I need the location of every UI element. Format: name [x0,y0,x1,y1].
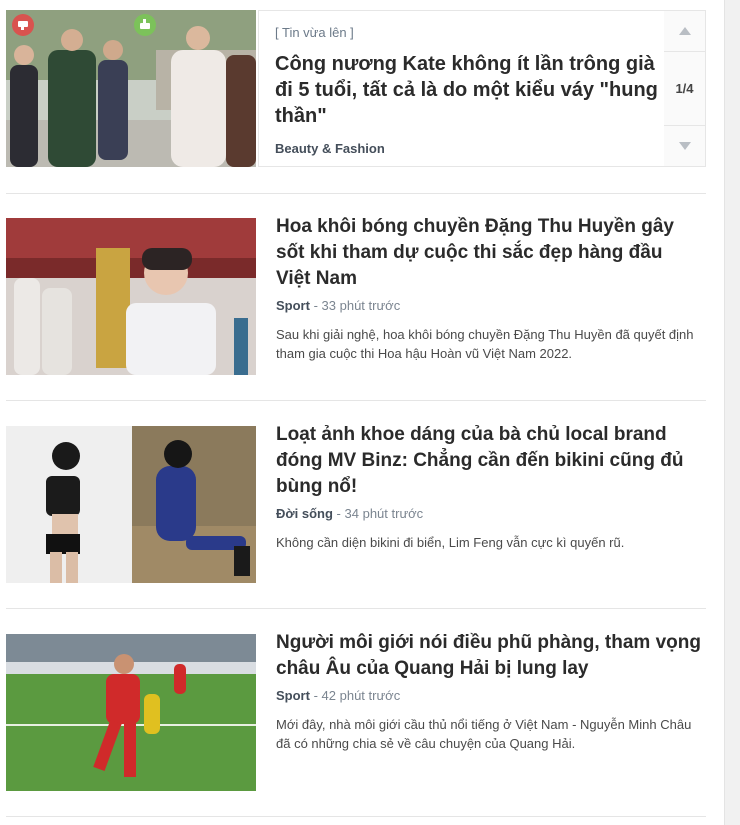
article-summary: Sau khi giải nghệ, hoa khôi bóng chuyền … [276,327,694,361]
article-content: Loạt ảnh khoe dáng của bà chủ local bran… [276,422,702,552]
article-time: 34 phút trước [344,506,424,521]
new-tag: [ Tin vừa lên ] [275,25,354,40]
article-title[interactable]: Loạt ảnh khoe dáng của bà chủ local bran… [276,422,702,500]
article-thumbnail[interactable] [6,634,256,791]
featured-story[interactable]: [ Tin vừa lên ] Công nương Kate không ít… [6,10,706,167]
article-content: Hoa khôi bóng chuyền Đặng Thu Huyền gây … [276,214,702,363]
meta-separator: - [313,298,318,313]
article-summary: Không cần diện bikini đi biển, Lim Feng … [276,535,625,550]
article-thumbnail[interactable] [6,218,256,375]
featured-content: [ Tin vừa lên ] Công nương Kate không ít… [258,10,666,167]
divider [6,816,706,817]
chevron-up-icon [678,27,691,35]
article-title[interactable]: Hoa khôi bóng chuyền Đặng Thu Huyền gây … [276,214,702,292]
featured-thumbnail[interactable] [6,10,256,167]
meta-separator: - [336,506,341,521]
article-thumbnail[interactable] [6,426,256,583]
pager-count: 1/4 [675,81,694,96]
featured-title[interactable]: Công nương Kate không ít lần trông già đ… [275,51,660,129]
article-content: Người môi giới nói điều phũ phàng, tham … [276,630,702,753]
article-title[interactable]: Người môi giới nói điều phũ phàng, tham … [276,630,702,682]
thumbs-up-icon[interactable] [134,14,156,36]
article-time: 42 phút trước [321,688,401,703]
article-summary: Mới đây, nhà môi giới cầu thủ nổi tiếng … [276,717,692,751]
article-category[interactable]: Đời sống [276,506,333,521]
article-time: 33 phút trước [321,298,401,313]
article-item[interactable]: Người môi giới nói điều phũ phàng, tham … [6,632,706,791]
article-meta: Sport - 42 phút trước [276,688,702,703]
article-meta: Đời sống - 34 phút trước [276,506,702,521]
featured-category[interactable]: Beauty & Fashion [275,141,385,156]
article-item[interactable]: Loạt ảnh khoe dáng của bà chủ local bran… [6,424,706,583]
article-category[interactable]: Sport [276,688,310,703]
divider [6,608,706,609]
pager-down-button[interactable] [664,125,705,166]
featured-pager: 1/4 [664,10,706,167]
divider [6,193,706,194]
article-meta: Sport - 33 phút trước [276,298,702,313]
divider [6,400,706,401]
pager-up-button[interactable] [664,11,705,52]
meta-separator: - [313,688,318,703]
thumbs-down-icon[interactable] [12,14,34,36]
page-scrollbar[interactable] [724,0,740,825]
chevron-down-icon [678,142,691,150]
article-item[interactable]: Hoa khôi bóng chuyền Đặng Thu Huyền gây … [6,216,706,375]
article-category[interactable]: Sport [276,298,310,313]
